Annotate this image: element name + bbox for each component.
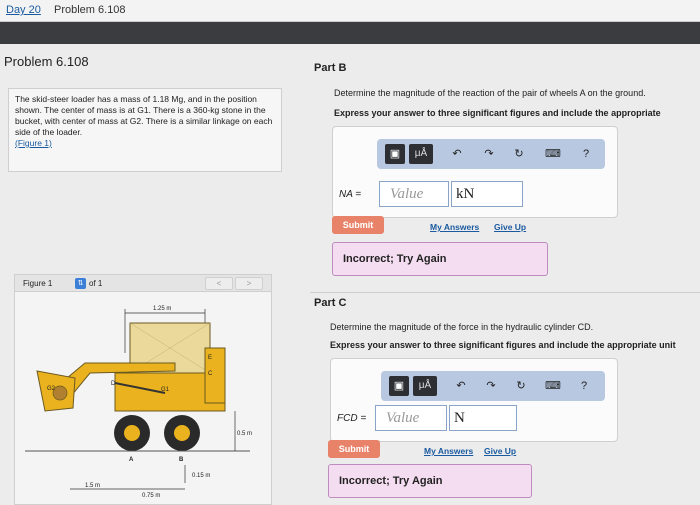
part-b-value-input[interactable]: Value (379, 181, 449, 207)
problem-text: The skid-steer loader has a mass of 1.18… (15, 94, 273, 137)
part-b-answer-box: ▣ μÅ ↶ ↷ ↻ ⌨ ? NA = Value kN (332, 126, 618, 218)
figure-link[interactable]: (Figure 1) (15, 138, 52, 148)
template-icon[interactable]: ▣ (389, 376, 409, 396)
loader-diagram: 1.25 m A B C D E G1 G2 0.5 m 0.15 m 1.5 … (25, 306, 252, 499)
part-b-title: Part B (314, 62, 347, 74)
keyboard-icon[interactable]: ⌨ (543, 144, 563, 164)
figure-prev-button[interactable]: < (205, 277, 233, 290)
main-panel: Problem 6.108 The skid-steer loader has … (0, 44, 700, 505)
figure-next-button[interactable]: > (235, 277, 263, 290)
answer-column: Part B Determine the magnitude of the re… (310, 44, 700, 505)
part-c-unit-input[interactable]: N (449, 405, 517, 431)
units-button[interactable]: μÅ (409, 144, 433, 164)
undo-icon[interactable]: ↶ (449, 144, 465, 164)
dim-left-a-label: 1.5 m (85, 483, 100, 489)
part-c-answer-box: ▣ μÅ ↶ ↷ ↻ ⌨ ? FCD = Value N (330, 358, 618, 442)
svg-text:B: B (179, 457, 184, 463)
part-c-give-up-link[interactable]: Give Up (484, 446, 516, 456)
part-divider (310, 292, 700, 293)
svg-text:G2: G2 (47, 386, 56, 392)
svg-text:A: A (129, 457, 134, 463)
part-b-toolbar: ▣ μÅ ↶ ↷ ↻ ⌨ ? (377, 139, 605, 169)
problem-title: Problem 6.108 (4, 54, 89, 69)
template-icon[interactable]: ▣ (385, 144, 405, 164)
dim-left-b-label: 0.75 m (142, 493, 160, 499)
figure-panel: Figure 1 ⇅ of 1 < > 1.25 m A B C D E G1 … (14, 274, 272, 505)
figure-toolbar: Figure 1 ⇅ of 1 < > (15, 275, 271, 292)
part-c-toolbar: ▣ μÅ ↶ ↷ ↻ ⌨ ? (381, 371, 605, 401)
dim-bottom-mid-label: 0.15 m (192, 473, 210, 479)
part-c-value-input[interactable]: Value (375, 405, 447, 431)
part-c-feedback: Incorrect; Try Again (328, 464, 532, 498)
svg-text:E: E (208, 355, 212, 361)
svg-text:C: C (208, 371, 213, 377)
part-c-instruction: Express your answer to three significant… (330, 340, 676, 350)
part-c-title: Part C (314, 297, 347, 309)
part-b-eq-label: NA = (339, 189, 362, 200)
figure-label: Figure 1 (23, 279, 53, 288)
part-b-unit-input[interactable]: kN (451, 181, 523, 207)
dim-right-label: 0.5 m (237, 431, 252, 437)
keyboard-icon[interactable]: ⌨ (543, 376, 563, 396)
part-b-question: Determine the magnitude of the reaction … (334, 88, 646, 98)
problem-column: Problem 6.108 The skid-steer loader has … (0, 44, 310, 505)
part-c-my-answers-link[interactable]: My Answers (424, 446, 473, 456)
part-b-feedback: Incorrect; Try Again (332, 242, 548, 276)
figure-count: of 1 (89, 279, 103, 288)
part-b-submit-button[interactable]: Submit (332, 216, 384, 234)
part-c-submit-button[interactable]: Submit (328, 440, 380, 458)
dim-top-label: 1.25 m (153, 306, 171, 312)
part-c-question: Determine the magnitude of the force in … (330, 322, 594, 332)
part-b-instruction: Express your answer to three significant… (334, 108, 661, 118)
part-c-eq-label: FCD = (337, 413, 367, 424)
part-b-my-answers-link[interactable]: My Answers (430, 222, 479, 232)
day-link[interactable]: Day 20 (6, 4, 41, 16)
tab-title: Problem 6.108 (54, 4, 126, 16)
tab-bar: Day 20 Problem 6.108 (0, 0, 700, 22)
help-button[interactable]: ? (579, 144, 593, 164)
help-button[interactable]: ? (577, 376, 591, 396)
reset-icon[interactable]: ↻ (513, 376, 529, 396)
reset-icon[interactable]: ↻ (511, 144, 527, 164)
svg-text:D: D (111, 381, 116, 387)
units-button[interactable]: μÅ (413, 376, 437, 396)
redo-icon[interactable]: ↷ (481, 144, 497, 164)
redo-icon[interactable]: ↷ (483, 376, 499, 396)
svg-text:G1: G1 (161, 387, 170, 393)
part-b-give-up-link[interactable]: Give Up (494, 222, 526, 232)
undo-icon[interactable]: ↶ (453, 376, 469, 396)
problem-statement: The skid-steer loader has a mass of 1.18… (8, 88, 282, 172)
stone (52, 385, 68, 401)
figure-stepper-icon[interactable]: ⇅ (75, 278, 86, 289)
